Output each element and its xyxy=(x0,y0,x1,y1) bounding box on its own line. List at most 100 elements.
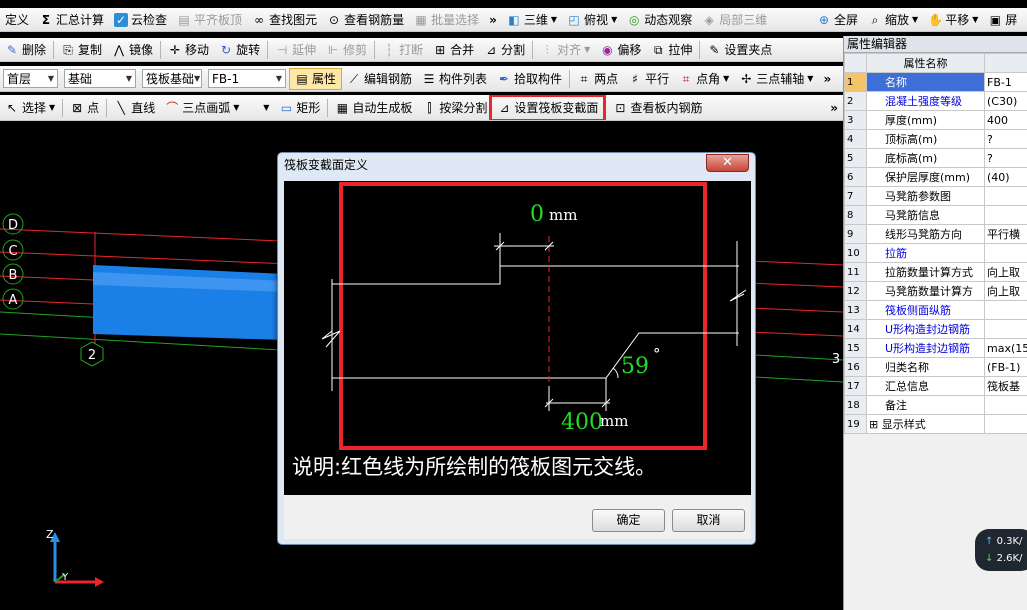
split-by-beam-button[interactable]: ⫿ 按梁分割 xyxy=(417,97,492,119)
pick-element-button[interactable]: ✒ 拾取构件 xyxy=(492,68,567,90)
close-button[interactable]: ✕ xyxy=(706,154,749,172)
overflow-chevron[interactable]: » xyxy=(825,97,843,119)
view-rebar-qty-button[interactable]: ⊙ 查看钢筋量 xyxy=(322,9,409,31)
cloud-check-button[interactable]: ✓ 云检查 xyxy=(109,9,172,31)
property-value[interactable] xyxy=(984,395,1027,415)
property-row[interactable]: 14 U形构造封边钢筋 xyxy=(844,319,1027,339)
offset-button[interactable]: ◉ 偏移 xyxy=(595,39,646,61)
mirror-button[interactable]: ⋀ 镜像 xyxy=(107,39,158,61)
property-value[interactable] xyxy=(984,414,1027,434)
property-row[interactable]: 8 马凳筋信息 xyxy=(844,205,1027,225)
property-value[interactable]: max(15 xyxy=(984,338,1027,358)
rotate-button[interactable]: ↻ 旋转 xyxy=(214,39,265,61)
property-value[interactable]: ? xyxy=(984,129,1027,149)
property-value[interactable]: 向上取 xyxy=(984,262,1027,282)
network-speed-widget[interactable]: ↑ 0.3K/ ↓ 2.6K/ xyxy=(975,529,1027,571)
screen-button[interactable]: ▣ 屏 xyxy=(983,9,1022,31)
property-row[interactable]: 5 底标高(m)? xyxy=(844,148,1027,168)
fullscreen-button[interactable]: ⊕ 全屏 xyxy=(812,9,863,31)
property-value[interactable]: 400 xyxy=(984,110,1027,130)
property-value[interactable]: ? xyxy=(984,148,1027,168)
property-row[interactable]: 17 汇总信息 筏板基 xyxy=(844,376,1027,396)
three-point-arc-dropdown[interactable]: ⌒ 三点画弧 ▼ xyxy=(160,97,244,119)
properties-button[interactable]: ▤ 属性 xyxy=(289,67,343,90)
copy-button[interactable]: ⎘ 复制 xyxy=(56,39,107,61)
property-value[interactable] xyxy=(984,186,1027,206)
local-3d-button[interactable]: ◈ 局部三维 xyxy=(697,9,772,31)
property-row[interactable]: 12 马凳筋数量计算方 向上取 xyxy=(844,281,1027,301)
cancel-button[interactable]: 取消 xyxy=(672,509,745,532)
property-value[interactable]: 向上取 xyxy=(984,281,1027,301)
property-value[interactable] xyxy=(984,243,1027,263)
find-element-button[interactable]: ∞ 查找图元 xyxy=(247,9,322,31)
split-button[interactable]: ⊿ 分割 xyxy=(479,39,530,61)
property-row[interactable]: 4 顶标高(m)? xyxy=(844,129,1027,149)
axis-bubble-d[interactable]: D xyxy=(2,213,24,235)
break-button[interactable]: ┆ 打断 xyxy=(377,39,428,61)
dynamic-orbit-button[interactable]: ◎ 动态观察 xyxy=(622,9,697,31)
pan-dropdown[interactable]: ✋ 平移 ▼ xyxy=(923,9,983,31)
property-row[interactable]: 1 名称 FB-1 xyxy=(844,72,1027,92)
point-button[interactable]: ⊠ 点 xyxy=(65,97,104,119)
property-row[interactable]: 16 归类名称 (FB-1) xyxy=(844,357,1027,377)
property-row[interactable]: 19 ⊞ 显示样式 xyxy=(844,414,1027,434)
trim-button[interactable]: ⊩ 修剪 xyxy=(321,39,372,61)
property-row[interactable]: 6 保护层厚度(mm) (40) xyxy=(844,167,1027,187)
expand-icon[interactable]: ⊞ xyxy=(869,418,882,431)
property-value[interactable]: (40) xyxy=(984,167,1027,187)
property-row[interactable]: 10 拉筋 xyxy=(844,243,1027,263)
select-dropdown[interactable]: ↖ 选择 ▼ xyxy=(0,97,60,119)
top-view-dropdown[interactable]: ◰ 俯视 ▼ xyxy=(562,9,622,31)
property-value[interactable]: FB-1 xyxy=(984,72,1027,92)
3d-view-dropdown[interactable]: ◧ 三维 ▼ xyxy=(502,9,562,31)
property-row[interactable]: 11 拉筋数量计算方式 向上取 xyxy=(844,262,1027,282)
property-value[interactable] xyxy=(984,205,1027,225)
define-button[interactable]: 定义 xyxy=(0,9,34,31)
move-button[interactable]: ✛ 移动 xyxy=(163,39,214,61)
property-row[interactable]: 9 线形马凳筋方向 平行横 xyxy=(844,224,1027,244)
property-row[interactable]: 13 筏板侧面纵筋 xyxy=(844,300,1027,320)
rectangle-button[interactable]: ▭ 矩形 xyxy=(274,97,325,119)
axis-bubble-c[interactable]: C xyxy=(2,239,24,261)
extend-button[interactable]: ⊣ 延伸 xyxy=(270,39,321,61)
floor-select[interactable]: 首层 ▼ xyxy=(3,69,58,88)
property-row[interactable]: 2 混凝土强度等级 (C30) xyxy=(844,91,1027,111)
batch-select-button[interactable]: ▦ 批量选择 xyxy=(409,9,484,31)
zoom-dropdown[interactable]: ⌕ 缩放 ▼ xyxy=(863,9,923,31)
edit-rebar-button[interactable]: ⟋ 编辑钢筋 xyxy=(342,68,417,90)
set-raft-variable-section-button[interactable]: ⊿ 设置筏板变截面 xyxy=(489,95,607,120)
delete-button[interactable]: ✎ 删除 xyxy=(0,39,51,61)
view-slab-rebar-button[interactable]: ⊡ 查看板内钢筋 xyxy=(608,97,707,119)
property-row[interactable]: 3 厚度(mm) 400 xyxy=(844,110,1027,130)
category-select[interactable]: 基础 ▼ xyxy=(64,69,136,88)
set-grip-button[interactable]: ✎ 设置夹点 xyxy=(702,39,777,61)
property-row[interactable]: 7 马凳筋参数图 xyxy=(844,186,1027,206)
element-list-button[interactable]: ☰ 构件列表 xyxy=(417,68,492,90)
merge-button[interactable]: ⊞ 合并 xyxy=(428,39,479,61)
align-slab-top-button[interactable]: ▤ 平齐板顶 xyxy=(172,9,247,31)
property-value[interactable]: 筏板基 xyxy=(984,376,1027,396)
type-select[interactable]: 筏板基础 ▼ xyxy=(142,69,202,88)
axis-bubble-b[interactable]: B xyxy=(2,263,24,285)
parallel-button[interactable]: ♯ 平行 xyxy=(623,68,674,90)
overflow-chevron[interactable]: » xyxy=(818,68,836,90)
property-row[interactable]: 15 U形构造封边钢筋 max(15 xyxy=(844,338,1027,358)
stretch-button[interactable]: ⧉ 拉伸 xyxy=(646,39,697,61)
auto-generate-slab-button[interactable]: ▦ 自动生成板 xyxy=(330,97,417,119)
property-value[interactable]: 平行横 xyxy=(984,224,1027,244)
point-angle-dropdown[interactable]: ⌗ 点角 ▼ xyxy=(674,68,734,90)
property-value[interactable]: (FB-1) xyxy=(984,357,1027,377)
property-value[interactable] xyxy=(984,300,1027,320)
two-point-button[interactable]: ⌗ 两点 xyxy=(572,68,623,90)
property-row[interactable]: 18 备注 xyxy=(844,395,1027,415)
line-button[interactable]: ╲ 直线 xyxy=(109,97,160,119)
axis-bubble-a[interactable]: A xyxy=(2,288,24,310)
arc-options-dropdown[interactable]: ▼ xyxy=(244,97,274,119)
axis-bubble-2[interactable]: 2 xyxy=(80,341,104,367)
three-point-axis-dropdown[interactable]: ✢ 三点辅轴 ▼ xyxy=(734,68,818,90)
align-dropdown[interactable]: ⫶ 对齐 ▼ xyxy=(535,39,595,61)
summary-calc-button[interactable]: Σ 汇总计算 xyxy=(34,9,109,31)
property-value[interactable]: (C30) xyxy=(984,91,1027,111)
overflow-chevron[interactable]: » xyxy=(484,9,502,31)
ok-button[interactable]: 确定 xyxy=(592,509,665,532)
